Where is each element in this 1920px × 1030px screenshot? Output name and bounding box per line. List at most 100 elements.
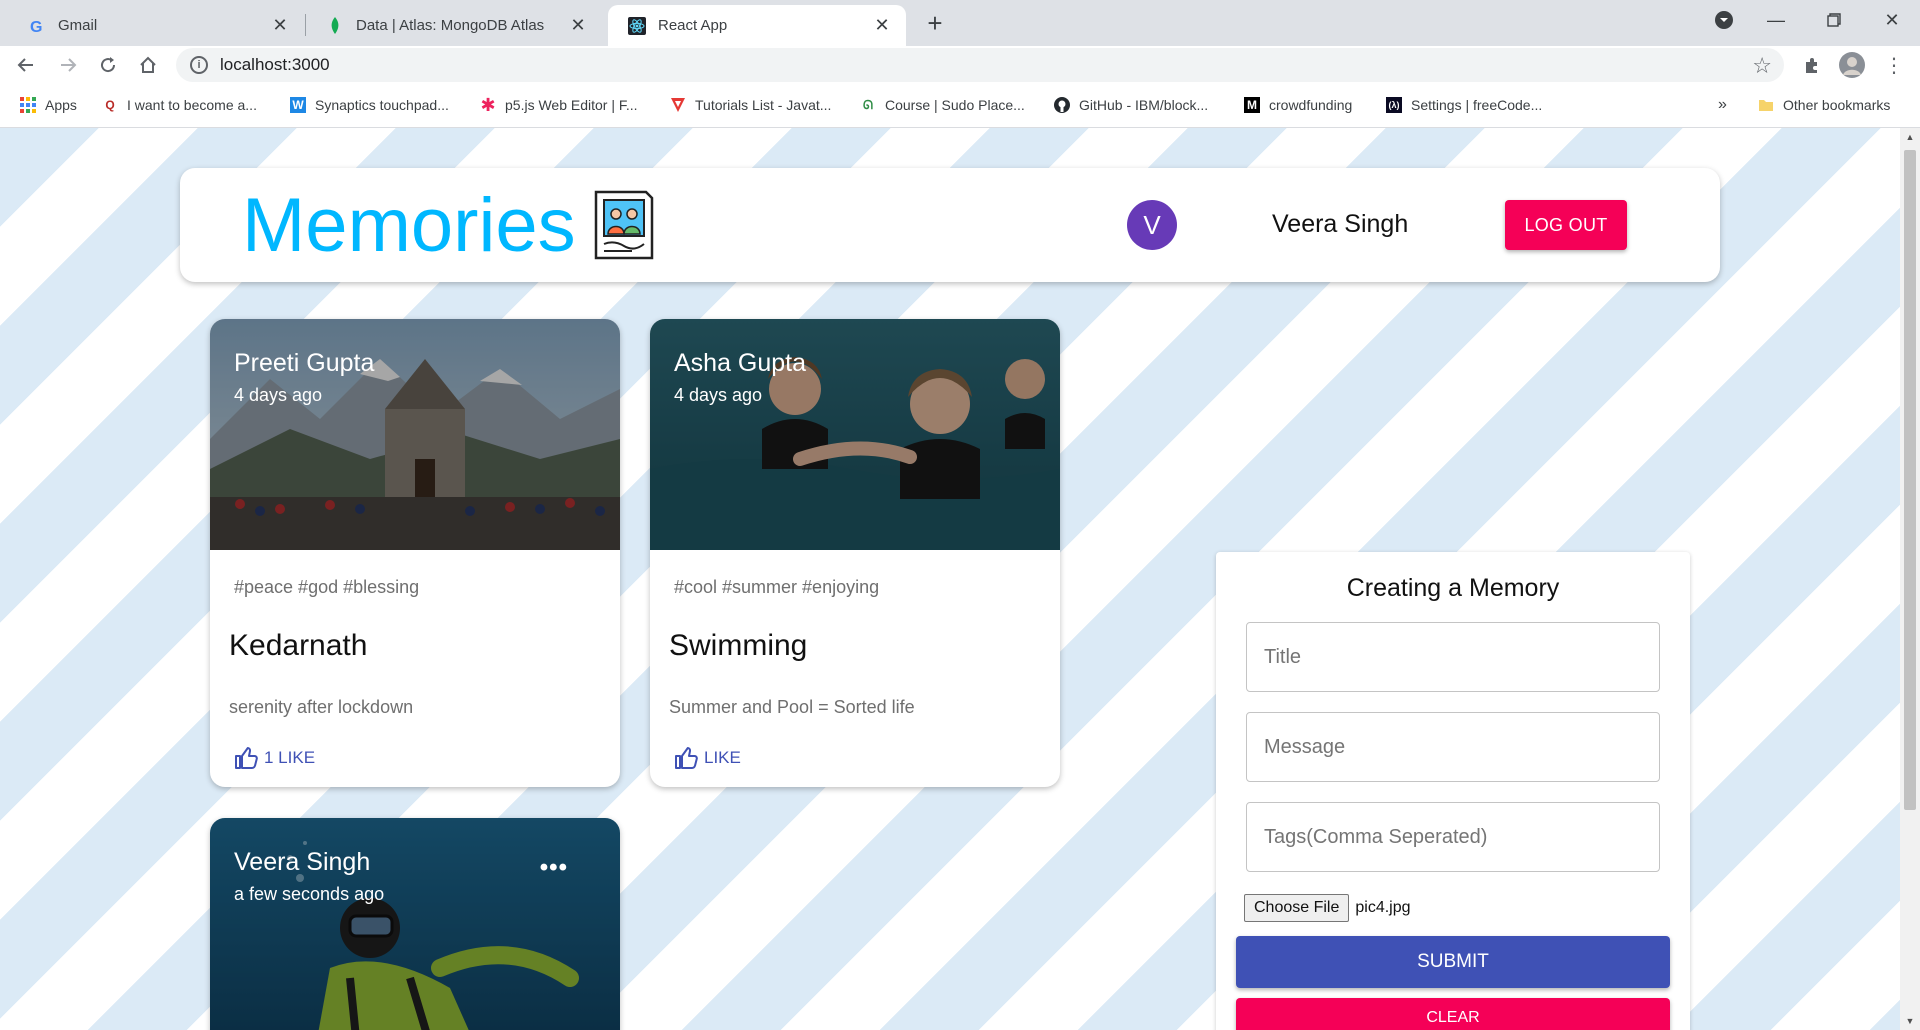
post-title: Swimming	[669, 629, 808, 662]
post-time: 4 days ago	[674, 385, 763, 405]
thumb-up-icon	[675, 747, 698, 769]
bookmark-label: Synaptics touchpad...	[315, 97, 449, 113]
forward-arrow-icon[interactable]	[52, 49, 84, 81]
post-time: a few seconds ago	[234, 884, 385, 904]
clear-button[interactable]: CLEAR	[1236, 998, 1670, 1030]
tab-close-icon[interactable]: ✕	[568, 15, 588, 36]
new-tab-plus-icon[interactable]: +	[920, 8, 950, 38]
message-input[interactable]	[1247, 713, 1659, 781]
post-title: Kedarnath	[229, 629, 368, 662]
bookmarks-overflow-chevron[interactable]: »	[1718, 94, 1727, 116]
tags-input[interactable]	[1247, 803, 1659, 871]
tab-title: React App	[658, 17, 728, 34]
address-bar[interactable]: i localhost:3000 ☆	[176, 48, 1784, 82]
browser-tab-strip: G Gmail ✕ Data | Atlas: MongoDB Atlas ✕ …	[0, 0, 1920, 46]
form-heading: Creating a Memory	[1346, 574, 1560, 602]
app-brand-title[interactable]: Memories	[242, 182, 576, 269]
tags-field[interactable]	[1246, 802, 1660, 872]
app-header: Memories V Veera Singh LOG OUT	[180, 168, 1720, 282]
mongodb-leaf-icon	[326, 16, 344, 35]
w-icon: W	[290, 97, 306, 113]
post-creator: Preeti Gupta	[234, 349, 375, 377]
bookmark-label: Apps	[45, 97, 77, 113]
browser-toolbar: i localhost:3000 ☆ ⋮	[0, 46, 1920, 84]
bookmark-apps[interactable]: Apps	[20, 94, 77, 116]
apps-grid-icon	[20, 97, 36, 113]
close-window-icon[interactable]: ✕	[1864, 0, 1920, 40]
selected-file-name: pic4.jpg	[1355, 899, 1411, 916]
like-button[interactable]: 1 LIKE	[234, 747, 315, 769]
post-message: Summer and Pool = Sorted life	[669, 697, 915, 717]
bookmark-javatpoint[interactable]: Tutorials List - Javat...	[670, 94, 831, 116]
post-tags: #cool #summer #enjoying	[674, 577, 880, 597]
bookmark-star-icon[interactable]: ☆	[1752, 53, 1772, 79]
bookmark-other-bookmarks[interactable]: Other bookmarks	[1758, 94, 1890, 116]
bookmark-label: Settings | freeCode...	[1411, 97, 1543, 113]
tab-search-dropdown-icon[interactable]	[1696, 0, 1752, 40]
post-creator: Asha Gupta	[674, 349, 807, 377]
tab-close-icon[interactable]: ✕	[872, 15, 892, 36]
github-icon	[1054, 97, 1070, 113]
tab-gmail[interactable]: G Gmail ✕	[8, 5, 304, 46]
tab-react-app[interactable]: React App ✕	[608, 5, 906, 46]
scroll-up-arrow-icon[interactable]: ▲	[1900, 128, 1920, 146]
user-avatar: V	[1127, 200, 1177, 250]
extensions-puzzle-icon[interactable]	[1796, 49, 1828, 81]
url-text: localhost:3000	[220, 55, 330, 74]
p5js-icon: ✱	[480, 94, 496, 115]
bookmark-synaptics[interactable]: W Synaptics touchpad...	[290, 94, 449, 116]
profile-avatar-icon[interactable]	[1836, 49, 1868, 81]
bookmark-crowdfunding[interactable]: M crowdfunding	[1244, 94, 1352, 116]
tab-close-icon[interactable]: ✕	[270, 15, 290, 36]
minimize-icon[interactable]: —	[1748, 0, 1804, 40]
memories-photo-logo-icon	[594, 190, 654, 260]
restore-icon[interactable]	[1806, 0, 1862, 40]
bookmark-p5js[interactable]: ✱ p5.js Web Editor | F...	[480, 94, 637, 116]
back-arrow-icon[interactable]	[10, 49, 42, 81]
reload-icon[interactable]	[92, 49, 124, 81]
logout-button[interactable]: LOG OUT	[1505, 200, 1627, 250]
quora-icon: Q	[105, 98, 115, 112]
bookmark-label: crowdfunding	[1269, 97, 1353, 113]
bookmark-quora[interactable]: Q I want to become a...	[102, 94, 257, 116]
bookmark-label: Other bookmarks	[1783, 97, 1891, 113]
file-input: Choose File pic4.jpg	[1244, 894, 1411, 922]
like-count-label: 1 LIKE	[264, 748, 316, 767]
bookmark-label: GitHub - IBM/block...	[1079, 97, 1209, 113]
message-field[interactable]	[1246, 712, 1660, 782]
bookmark-geeksforgeeks[interactable]: ᘏ Course | Sudo Place...	[860, 94, 1025, 116]
svg-text:G: G	[30, 19, 42, 35]
javatpoint-icon	[670, 97, 686, 113]
more-options-icon[interactable]: •••	[540, 854, 568, 882]
tab-title: Data | Atlas: MongoDB Atlas	[356, 17, 545, 34]
page-viewport: Memories V Veera Singh LOG OUT Preeti Gu…	[0, 128, 1900, 1030]
create-memory-form: Creating a Memory Choose File pic4.jpg S…	[1216, 552, 1690, 1030]
tab-title: Gmail	[58, 17, 98, 34]
tab-mongodb-atlas[interactable]: Data | Atlas: MongoDB Atlas ✕	[306, 5, 602, 46]
submit-button[interactable]: SUBMIT	[1236, 936, 1670, 988]
bookmark-label: I want to become a...	[127, 97, 257, 113]
thumb-up-icon	[235, 747, 258, 769]
bookmarks-bar: Apps Q I want to become a... W Synaptics…	[0, 84, 1920, 128]
bookmark-label: Course | Sudo Place...	[885, 97, 1025, 113]
title-field[interactable]	[1246, 622, 1660, 692]
browser-menu-icon[interactable]: ⋮	[1878, 49, 1910, 81]
scrollbar-thumb[interactable]	[1904, 150, 1916, 810]
bookmark-label: Tutorials List - Javat...	[695, 97, 832, 113]
title-input[interactable]	[1247, 623, 1659, 691]
bookmark-freecodecamp[interactable]: (λ) Settings | freeCode...	[1386, 94, 1542, 116]
home-icon[interactable]	[132, 49, 164, 81]
memory-card-image: Asha Gupta 4 days ago	[650, 319, 1060, 550]
memory-card-image: Preeti Gupta 4 days ago	[210, 319, 620, 550]
memory-card: Asha Gupta 4 days ago #cool #summer #enj…	[650, 319, 1060, 787]
bookmark-github[interactable]: GitHub - IBM/block...	[1054, 94, 1208, 116]
geeksforgeeks-icon: ᘏ	[863, 97, 873, 112]
folder-icon	[1758, 97, 1774, 113]
site-info-icon[interactable]: i	[190, 56, 208, 74]
page-scrollbar[interactable]: ▲ ▼	[1900, 128, 1920, 1030]
like-button[interactable]: LIKE	[674, 747, 741, 769]
scroll-down-arrow-icon[interactable]: ▼	[1900, 1012, 1920, 1030]
like-count-label: LIKE	[704, 748, 741, 767]
memory-card: Veera Singh a few seconds ago •••	[210, 818, 620, 1030]
choose-file-button[interactable]: Choose File	[1244, 894, 1350, 922]
